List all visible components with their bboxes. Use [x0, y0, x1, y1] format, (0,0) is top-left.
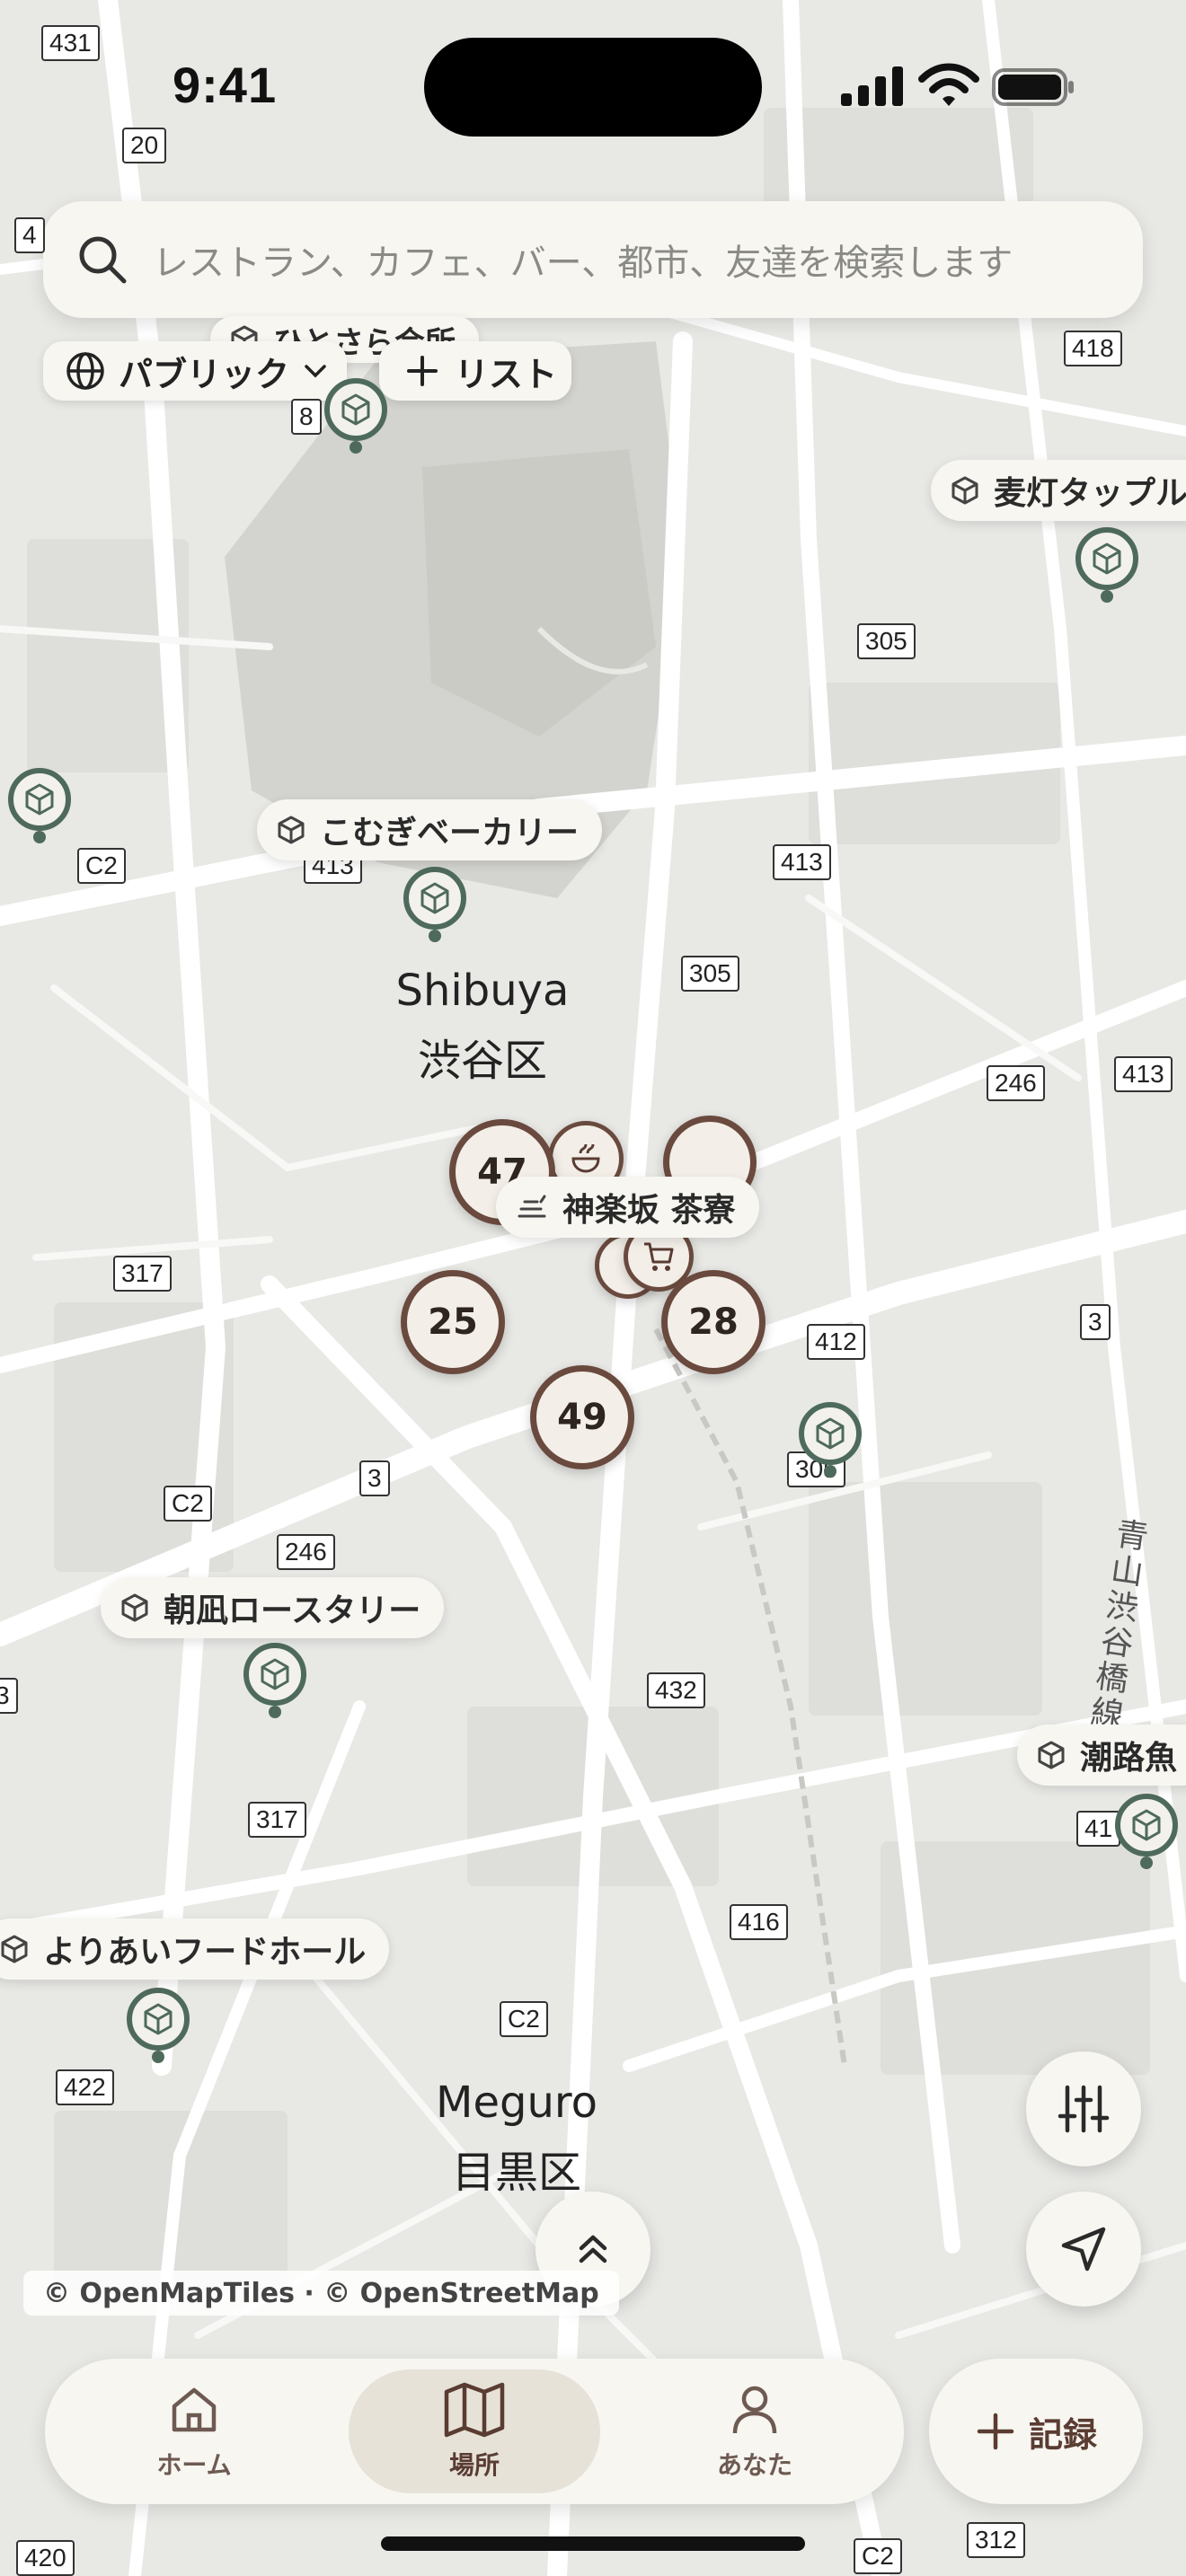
road-sign: 20: [122, 128, 167, 163]
tab-label: あなた: [716, 2450, 792, 2480]
road-sign: 246: [277, 1534, 335, 1570]
locate-me-button[interactable]: [1026, 2192, 1141, 2307]
double-chevron-up-icon: [579, 2235, 607, 2263]
road-sign: 432: [647, 1672, 705, 1708]
road-sign: 4: [14, 217, 45, 253]
filter-button[interactable]: [1026, 2051, 1141, 2166]
tab-you[interactable]: あなた: [629, 2369, 881, 2493]
tab-label: ホーム: [156, 2450, 232, 2480]
battery-icon: [992, 68, 1074, 106]
place-name: 潮路魚: [1080, 1740, 1178, 1777]
add-list-chip[interactable]: リスト: [379, 341, 571, 401]
place-pin[interactable]: [401, 864, 469, 947]
place-pin[interactable]: [796, 1399, 864, 1482]
signal-icon: [841, 66, 903, 106]
cube-icon: [121, 1593, 148, 1622]
tab-home[interactable]: ホーム: [68, 2369, 320, 2493]
road-sign: C2: [164, 1486, 212, 1522]
road-sign: C2: [854, 2538, 902, 2574]
place-pin[interactable]: [322, 375, 390, 458]
road-sign: 305: [857, 623, 916, 659]
navigation-arrow-icon: [1061, 2227, 1106, 2272]
place-label-yoriai[interactable]: よりあいフードホール: [0, 1919, 390, 1980]
road-sign: C2: [500, 2001, 548, 2037]
add-list-label: リスト: [455, 354, 558, 394]
road-sign: 431: [41, 25, 100, 61]
road-sign: 3: [359, 1460, 390, 1496]
cube-icon: [278, 816, 305, 844]
road-sign: 413: [773, 844, 831, 880]
dynamic-island: [424, 38, 762, 137]
place-label-mugito[interactable]: 麦灯タップル: [931, 460, 1186, 521]
cluster-marker[interactable]: 25: [401, 1270, 505, 1374]
tab-bar: ホーム 場所 あなた: [45, 2359, 904, 2504]
area-label-shibuya: Shibuya 渋谷区: [361, 956, 604, 1096]
wifi-icon: [918, 63, 979, 106]
plus-icon: [407, 356, 438, 386]
area-name-ja: 渋谷区: [417, 1036, 547, 1086]
home-indicator[interactable]: [381, 2536, 805, 2551]
place-pin[interactable]: [1112, 1791, 1181, 1874]
place-label-kagurazaka[interactable]: 神楽坂 茶寮: [496, 1177, 759, 1238]
cube-icon: [1, 1935, 28, 1963]
road-sign: 3: [1080, 1304, 1111, 1340]
globe-icon: [66, 352, 104, 390]
road-sign: 317: [113, 1256, 172, 1292]
place-pin[interactable]: [1073, 525, 1141, 607]
place-label-komugi[interactable]: こむぎベーカリー: [257, 799, 603, 860]
road-sign: 413: [1114, 1056, 1173, 1092]
place-name: 朝凪ロースタリー: [164, 1592, 421, 1629]
map-attribution[interactable]: © OpenMapTiles · © OpenStreetMap: [23, 2271, 619, 2316]
tab-places[interactable]: 場所: [349, 2369, 600, 2493]
road-sign: 418: [1064, 331, 1122, 366]
cube-icon: [1038, 1741, 1065, 1769]
search-icon: [79, 236, 127, 284]
place-name: 神楽坂 茶寮: [562, 1192, 736, 1229]
person-icon: [732, 2386, 777, 2434]
place-pin[interactable]: [5, 765, 74, 848]
place-pin[interactable]: [124, 1985, 192, 2068]
cluster-marker[interactable]: 49: [530, 1365, 634, 1469]
place-label-asanagi[interactable]: 朝凪ロースタリー: [101, 1577, 445, 1638]
road-sign: 8: [291, 399, 322, 435]
road-sign: 312: [967, 2522, 1025, 2558]
map-icon: [444, 2382, 505, 2438]
place-name: 麦灯タップル: [994, 475, 1186, 512]
road-sign: 317: [248, 1802, 306, 1838]
tab-label: 場所: [448, 2450, 500, 2480]
visibility-filter-chip[interactable]: パブリック: [43, 341, 347, 401]
record-label: 記録: [1028, 2414, 1097, 2455]
plus-icon: [977, 2413, 1014, 2450]
bowl-icon: [571, 1143, 600, 1173]
search-bar[interactable]: レストラン、カフェ、バー、都市、友達を検索します: [43, 201, 1143, 318]
road-sign: C2: [77, 848, 126, 884]
place-pin[interactable]: [241, 1640, 309, 1723]
area-name-en: Shibuya: [395, 966, 570, 1016]
stacked-bowls-icon: [518, 1195, 546, 1218]
road-sign: 3: [0, 1678, 18, 1714]
status-time: 9:41: [173, 57, 278, 113]
area-label-meguro: Meguro 目黒区: [395, 2068, 638, 2208]
road-sign: 412: [807, 1324, 865, 1360]
road-sign: 416: [730, 1904, 788, 1940]
place-label-shioji[interactable]: 潮路魚: [1017, 1725, 1186, 1786]
cart-icon: [644, 1242, 674, 1271]
area-name-en: Meguro: [436, 2078, 597, 2128]
road-sign: 246: [987, 1065, 1045, 1101]
sliders-icon: [1058, 2085, 1110, 2133]
road-sign: 420: [16, 2540, 75, 2576]
search-input[interactable]: レストラン、カフェ、バー、都市、友達を検索します: [153, 234, 1013, 286]
visibility-filter-label: パブリック: [119, 354, 290, 394]
place-name: こむぎベーカリー: [320, 815, 580, 851]
cluster-marker[interactable]: 28: [661, 1270, 766, 1374]
cube-icon: [951, 476, 978, 505]
road-sign: 305: [681, 956, 739, 992]
place-name: よりあいフードホール: [43, 1934, 367, 1971]
road-sign: 422: [56, 2069, 114, 2105]
home-icon: [172, 2387, 217, 2432]
record-button[interactable]: 記録: [929, 2359, 1143, 2504]
